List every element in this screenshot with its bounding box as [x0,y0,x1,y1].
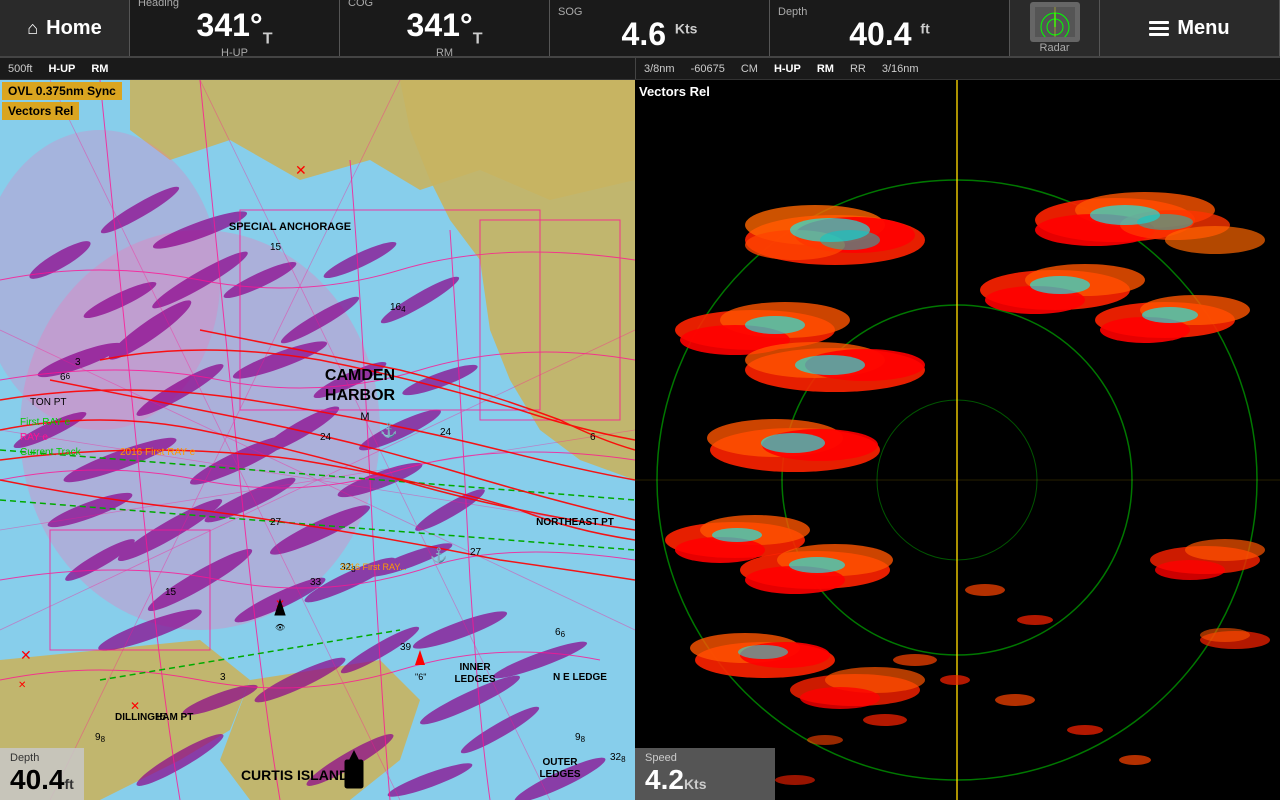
heading-value: 341°T [197,9,273,47]
svg-text:33: 33 [310,577,322,588]
top-bar: ⌂ Home Heading 341°T H-UP COG 341°T RM S… [0,0,1280,58]
menu-icon [1149,21,1169,36]
svg-text:Current Track: Current Track [20,447,82,458]
radar-sub-bar: 3/8nm -60675 CM H-UP RM RR 3/16nm [635,58,1280,79]
svg-text:N E LEDGE: N E LEDGE [553,672,607,683]
radar-mode: RM [817,63,834,75]
home-label: Home [46,17,102,40]
svg-text:OUTER: OUTER [543,757,579,768]
svg-text:24: 24 [320,432,332,443]
home-icon: ⌂ [27,18,38,39]
sub-bar: 500ft H-UP RM 3/8nm -60675 CM H-UP RM RR… [0,58,1280,80]
home-button[interactable]: ⌂ Home [0,0,130,56]
svg-text:2016 First RAY e: 2016 First RAY e [120,447,196,458]
heading-section: Heading 341°T H-UP [130,0,340,56]
radar-rr: RR [850,63,866,75]
svg-text:LEDGES: LEDGES [539,769,580,780]
radar-scale1: 3/8nm [644,63,675,75]
radar-vectors-label: Vectors Rel [639,84,710,99]
svg-text:15: 15 [155,712,167,723]
depth-value: 40.4 ft [849,18,930,50]
menu-button[interactable]: Menu [1100,0,1280,56]
main-content: SPECIAL ANCHORAGE CAMDEN HARBOR M NORTHE… [0,80,1280,800]
svg-text:✕: ✕ [295,162,307,178]
svg-text:24: 24 [440,427,452,438]
chart-vectors-label: Vectors Rel [2,102,79,120]
sog-section: SOG 4.6 Kts [550,0,770,56]
radar-speed-label: Speed [645,752,765,764]
cog-section: COG 341°T RM [340,0,550,56]
svg-text:CURTIS ISLAND: CURTIS ISLAND [241,767,349,783]
depth-section: Depth 40.4 ft [770,0,1010,56]
sog-value: 4.6 Kts [622,18,698,50]
radar-orient: H-UP [774,63,801,75]
svg-text:👁: 👁 [275,623,285,632]
radar-code: -60675 [691,63,725,75]
chart-sub-bar: 500ft H-UP RM [0,58,635,79]
svg-text:TON PT: TON PT [30,397,66,408]
radar-icon [1030,2,1080,42]
svg-text:2016 First RAY...: 2016 First RAY... [340,562,407,572]
svg-text:15: 15 [165,587,177,598]
svg-text:CAMDEN: CAMDEN [325,367,395,384]
svg-text:27: 27 [470,547,482,558]
svg-text:3: 3 [75,357,81,368]
chart-svg: SPECIAL ANCHORAGE CAMDEN HARBOR M NORTHE… [0,80,635,800]
svg-text:INNER: INNER [459,662,491,673]
svg-text:6: 6 [590,432,596,443]
svg-text:HARBOR: HARBOR [325,387,396,404]
chart-mode: RM [91,63,108,75]
radar-speed-box: Speed 4.2Kts [635,748,775,800]
svg-text:RAY e: RAY e [20,432,48,443]
svg-text:39: 39 [400,642,412,653]
svg-text:✕: ✕ [130,699,140,713]
svg-text:⚓: ⚓ [430,547,447,564]
svg-text:NORTHEAST PT: NORTHEAST PT [536,517,614,528]
radar-scale2: 3/16nm [882,63,919,75]
radar-section[interactable]: Radar [1010,0,1100,56]
radar-svg [635,80,1280,800]
chart-orient: H-UP [48,63,75,75]
ovl-label: OVL 0.375nm Sync [2,82,122,100]
svg-text:15: 15 [270,242,282,253]
chart-panel[interactable]: SPECIAL ANCHORAGE CAMDEN HARBOR M NORTHE… [0,80,635,800]
svg-text:"6": "6" [415,672,426,682]
svg-text:LEDGES: LEDGES [454,674,495,685]
radar-cm: CM [741,63,758,75]
menu-label: Menu [1177,17,1229,40]
chart-depth-value: 40.4ft [10,764,74,796]
chart-scale: 500ft [8,63,32,75]
svg-text:⚓: ⚓ [380,422,397,439]
chart-depth-box: Depth 40.4ft [0,748,84,800]
svg-text:✕: ✕ [20,647,32,663]
chart-depth-label: Depth [10,752,74,764]
svg-text:SPECIAL ANCHORAGE: SPECIAL ANCHORAGE [229,221,351,233]
svg-text:First RAY e: First RAY e [20,417,71,428]
svg-text:M: M [360,411,369,423]
radar-speed-value: 4.2Kts [645,764,765,796]
svg-text:✕: ✕ [18,680,26,691]
svg-text:3: 3 [220,672,226,683]
cog-value: 341°T [407,9,483,47]
radar-panel[interactable]: Vectors Rel Speed 4.2Kts [635,80,1280,800]
svg-text:27: 27 [270,517,282,528]
radar-label: Radar [1018,42,1091,54]
